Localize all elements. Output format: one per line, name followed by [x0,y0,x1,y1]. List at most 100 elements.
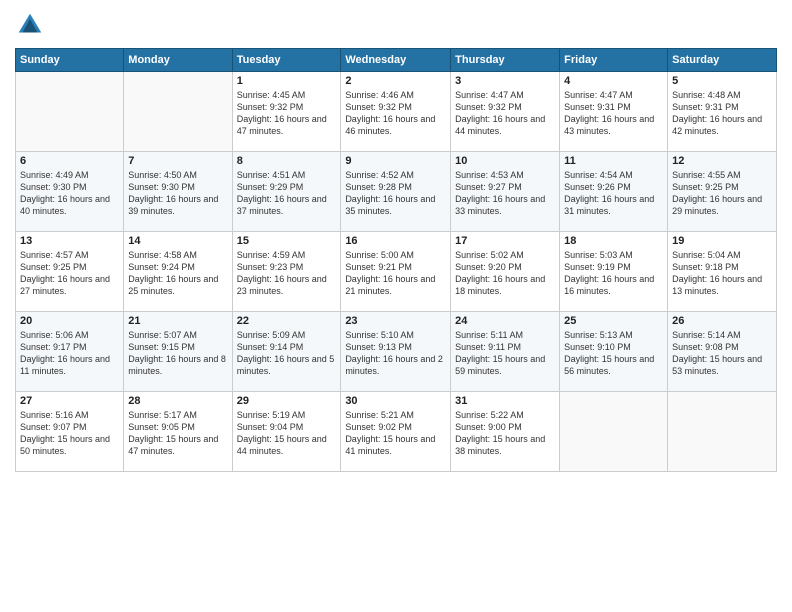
day-number: 25 [564,315,663,327]
day-number: 13 [20,235,119,247]
day-info: Sunrise: 4:52 AM Sunset: 9:28 PM Dayligh… [345,169,446,218]
calendar-cell: 3Sunrise: 4:47 AM Sunset: 9:32 PM Daylig… [451,72,560,152]
day-info: Sunrise: 4:59 AM Sunset: 9:23 PM Dayligh… [237,249,337,298]
day-info: Sunrise: 5:22 AM Sunset: 9:00 PM Dayligh… [455,409,555,458]
calendar-cell [124,72,232,152]
calendar-cell: 10 Sunrise: 4:53 AM Sunset: 9:27 PM Dayli… [451,152,560,232]
day-number: 3 [455,75,555,87]
day-number: 16 [345,235,446,247]
calendar-cell: 22 Sunrise: 5:09 AM Sunset: 9:14 PM Dayli… [232,312,341,392]
calendar-header-row: SundayMondayTuesdayWednesdayThursdayFrid… [16,49,777,72]
day-number: 30 [345,395,446,407]
day-number: 24 [455,315,555,327]
day-number: 17 [455,235,555,247]
day-number: 20 [20,315,119,327]
calendar-cell: 11 Sunrise: 4:54 AM Sunset: 9:26 PM Dayli… [560,152,668,232]
day-info: Sunrise: 5:09 AM Sunset: 9:14 PM Dayligh… [237,329,337,378]
calendar-week-row: 1 Sunrise: 4:45 AM Sunset: 9:32 PM Daylig… [16,72,777,152]
day-info: Sunrise: 5:03 AM Sunset: 9:19 PM Dayligh… [564,249,663,298]
day-of-week-header: Monday [124,49,232,72]
day-info: Sunrise: 5:13 AM Sunset: 9:10 PM Dayligh… [564,329,663,378]
calendar-cell: 1 Sunrise: 4:45 AM Sunset: 9:32 PM Daylig… [232,72,341,152]
calendar-cell: 15Sunrise: 4:59 AM Sunset: 9:23 PM Dayli… [232,232,341,312]
calendar-cell: 17 Sunrise: 5:02 AM Sunset: 9:20 PM Dayli… [451,232,560,312]
day-number: 23 [345,315,446,327]
day-number: 22 [237,315,337,327]
day-info: Sunrise: 4:58 AM Sunset: 9:24 PM Dayligh… [128,249,227,298]
calendar-cell: 19 Sunrise: 5:04 AM Sunset: 9:18 PM Dayli… [668,232,777,312]
day-number: 12 [672,155,772,167]
day-number: 9 [345,155,446,167]
day-info: Sunrise: 4:53 AM Sunset: 9:27 PM Dayligh… [455,169,555,218]
calendar-cell: 21 Sunrise: 5:07 AM Sunset: 9:15 PM Dayli… [124,312,232,392]
day-number: 11 [564,155,663,167]
day-info: Sunrise: 5:07 AM Sunset: 9:15 PM Dayligh… [128,329,227,378]
calendar-cell: 8 Sunrise: 4:51 AM Sunset: 9:29 PM Daylig… [232,152,341,232]
day-of-week-header: Thursday [451,49,560,72]
logo [15,10,49,40]
calendar-cell [16,72,124,152]
logo-icon [15,10,45,40]
day-number: 6 [20,155,119,167]
calendar-cell: 12 Sunrise: 4:55 AM Sunset: 9:25 PM Dayli… [668,152,777,232]
day-info: Sunrise: 4:47 AM Sunset: 9:31 PM Dayligh… [564,89,663,138]
calendar-cell: 24 Sunrise: 5:11 AM Sunset: 9:11 PM Dayli… [451,312,560,392]
day-number: 29 [237,395,337,407]
day-info: Sunrise: 5:00 AM Sunset: 9:21 PM Dayligh… [345,249,446,298]
calendar-cell: 27 Sunrise: 5:16 AM Sunset: 9:07 PM Dayli… [16,392,124,472]
calendar-cell: 7 Sunrise: 4:50 AM Sunset: 9:30 PM Daylig… [124,152,232,232]
day-info: Sunrise: 4:51 AM Sunset: 9:29 PM Dayligh… [237,169,337,218]
day-number: 7 [128,155,227,167]
day-number: 2 [345,75,446,87]
day-info: Sunrise: 5:16 AM Sunset: 9:07 PM Dayligh… [20,409,119,458]
day-number: 19 [672,235,772,247]
calendar-cell: 18 Sunrise: 5:03 AM Sunset: 9:19 PM Dayli… [560,232,668,312]
day-info: Sunrise: 5:02 AM Sunset: 9:20 PM Dayligh… [455,249,555,298]
day-number: 31 [455,395,555,407]
calendar-week-row: 6 Sunrise: 4:49 AM Sunset: 9:30 PM Daylig… [16,152,777,232]
calendar-cell: 23 Sunrise: 5:10 AM Sunset: 9:13 PM Dayli… [341,312,451,392]
day-info: Sunrise: 4:55 AM Sunset: 9:25 PM Dayligh… [672,169,772,218]
calendar-table: SundayMondayTuesdayWednesdayThursdayFrid… [15,48,777,472]
day-info: Sunrise: 5:17 AM Sunset: 9:05 PM Dayligh… [128,409,227,458]
day-info: Sunrise: 5:21 AM Sunset: 9:02 PM Dayligh… [345,409,446,458]
day-number: 21 [128,315,227,327]
calendar-cell: 9 Sunrise: 4:52 AM Sunset: 9:28 PM Daylig… [341,152,451,232]
calendar-cell: 6 Sunrise: 4:49 AM Sunset: 9:30 PM Daylig… [16,152,124,232]
day-info: Sunrise: 5:10 AM Sunset: 9:13 PM Dayligh… [345,329,446,378]
day-number: 10 [455,155,555,167]
day-info: Sunrise: 5:14 AM Sunset: 9:08 PM Dayligh… [672,329,772,378]
day-number: 18 [564,235,663,247]
calendar-cell: 16 Sunrise: 5:00 AM Sunset: 9:21 PM Dayli… [341,232,451,312]
calendar-cell: 25 Sunrise: 5:13 AM Sunset: 9:10 PM Dayli… [560,312,668,392]
day-info: Sunrise: 4:54 AM Sunset: 9:26 PM Dayligh… [564,169,663,218]
calendar-cell: 4Sunrise: 4:47 AM Sunset: 9:31 PM Daylig… [560,72,668,152]
day-info: Sunrise: 5:11 AM Sunset: 9:11 PM Dayligh… [455,329,555,378]
day-of-week-header: Friday [560,49,668,72]
day-number: 8 [237,155,337,167]
day-number: 28 [128,395,227,407]
calendar-cell: 31 Sunrise: 5:22 AM Sunset: 9:00 PM Dayli… [451,392,560,472]
calendar-cell: 2Sunrise: 4:46 AM Sunset: 9:32 PM Daylig… [341,72,451,152]
day-number: 14 [128,235,227,247]
calendar-cell: 28 Sunrise: 5:17 AM Sunset: 9:05 PM Dayli… [124,392,232,472]
day-of-week-header: Saturday [668,49,777,72]
day-number: 26 [672,315,772,327]
calendar-cell: 30 Sunrise: 5:21 AM Sunset: 9:02 PM Dayli… [341,392,451,472]
day-of-week-header: Sunday [16,49,124,72]
calendar-cell: 13 Sunrise: 4:57 AM Sunset: 9:25 PM Dayli… [16,232,124,312]
calendar-cell: 14 Sunrise: 4:58 AM Sunset: 9:24 PM Dayli… [124,232,232,312]
day-info: Sunrise: 4:57 AM Sunset: 9:25 PM Dayligh… [20,249,119,298]
day-info: Sunrise: 5:04 AM Sunset: 9:18 PM Dayligh… [672,249,772,298]
day-of-week-header: Tuesday [232,49,341,72]
day-number: 5 [672,75,772,87]
calendar-cell [560,392,668,472]
day-number: 1 [237,75,337,87]
day-number: 27 [20,395,119,407]
calendar-cell: 29Sunrise: 5:19 AM Sunset: 9:04 PM Dayli… [232,392,341,472]
day-info: Sunrise: 4:50 AM Sunset: 9:30 PM Dayligh… [128,169,227,218]
day-info: Sunrise: 4:45 AM Sunset: 9:32 PM Dayligh… [237,89,337,138]
page: SundayMondayTuesdayWednesdayThursdayFrid… [0,0,792,612]
calendar-week-row: 20Sunrise: 5:06 AM Sunset: 9:17 PM Dayli… [16,312,777,392]
day-info: Sunrise: 4:49 AM Sunset: 9:30 PM Dayligh… [20,169,119,218]
